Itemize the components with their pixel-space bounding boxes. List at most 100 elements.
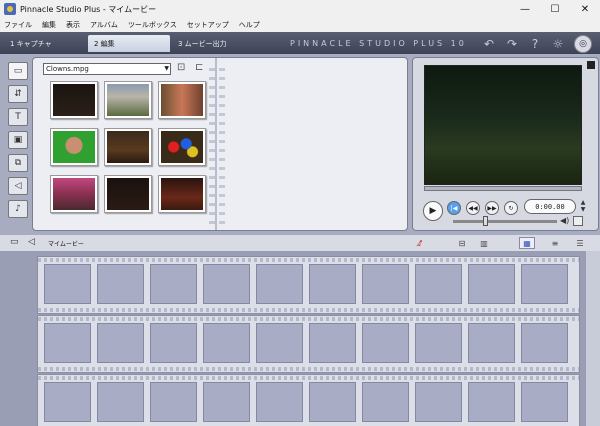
fullscreen-icon[interactable] xyxy=(587,61,595,69)
storyboard-slot[interactable] xyxy=(468,382,515,422)
storyboard-slot[interactable] xyxy=(309,382,356,422)
storyboard-slot[interactable] xyxy=(203,323,250,363)
menu-help[interactable]: ヘルプ xyxy=(239,20,260,30)
storyboard-slot[interactable] xyxy=(415,323,462,363)
storyboard-slot[interactable] xyxy=(97,323,144,363)
scene-thumbnail[interactable] xyxy=(158,81,206,119)
scene-thumbnail[interactable] xyxy=(104,128,152,166)
storyboard-slot[interactable] xyxy=(521,323,568,363)
scene-thumbnail[interactable] xyxy=(50,175,98,213)
close-button[interactable]: ✕ xyxy=(570,0,600,18)
transitions-icon[interactable]: ⇵ xyxy=(8,85,28,103)
jog-slider[interactable] xyxy=(483,216,488,226)
sound-effects-icon[interactable]: ◁ xyxy=(8,177,28,195)
play-button[interactable]: ▶ xyxy=(423,201,443,221)
menu-album[interactable]: アルバム xyxy=(90,20,118,30)
storyboard-slot[interactable] xyxy=(44,323,91,363)
lightbulb-icon[interactable]: ☼ xyxy=(551,37,565,51)
storyboard-slot[interactable] xyxy=(150,323,197,363)
storyboard-slot[interactable] xyxy=(468,264,515,304)
storyboard-slot[interactable] xyxy=(521,264,568,304)
scene-thumbnail[interactable] xyxy=(104,81,152,119)
storyboard-scrollbar[interactable] xyxy=(586,251,600,426)
storyboard xyxy=(0,251,600,426)
camera-icon: ▭ xyxy=(10,237,19,247)
brand-logo: PINNACLE STUDIO PLUS 10 xyxy=(290,39,467,48)
rewind-button[interactable]: ◀◀ xyxy=(466,201,480,215)
volume-knob[interactable] xyxy=(573,216,583,226)
split-clip-icon[interactable]: ⊟ xyxy=(454,237,470,249)
menu-file[interactable]: ファイル xyxy=(4,20,32,30)
trash-icon[interactable]: ▥ xyxy=(476,237,492,249)
scene-thumbnail[interactable] xyxy=(50,81,98,119)
timecode-field[interactable]: 0:00.00 xyxy=(524,199,576,214)
scrubber-bar[interactable] xyxy=(424,186,582,191)
audio-icon: ◁ xyxy=(28,237,35,247)
jog-track xyxy=(453,220,557,223)
mute-icon[interactable]: ♪̸ xyxy=(412,237,428,249)
loop-button[interactable]: ↻ xyxy=(504,201,518,215)
storyboard-slot[interactable] xyxy=(415,382,462,422)
timeline-view-button[interactable]: ≡ xyxy=(547,237,563,249)
album-tabs: ▭ ⇵ T ▣ ⧉ ◁ ♪ xyxy=(8,62,30,223)
storyboard-slot[interactable] xyxy=(468,323,515,363)
disc-menus-icon[interactable]: ⧉ xyxy=(8,154,28,172)
menu-bar: ファイル 編集 表示 アルバム ツールボックス セットアップ ヘルプ xyxy=(0,18,600,32)
titles-icon[interactable]: T xyxy=(8,108,28,126)
storyboard-slot[interactable] xyxy=(362,264,409,304)
storyboard-slot[interactable] xyxy=(97,264,144,304)
folder-up-icon[interactable]: ⊡ xyxy=(177,63,191,74)
step-bar: 1 キャプチャ 2 編集 3 ムービー出力 PINNACLE STUDIO PL… xyxy=(0,32,600,54)
still-images-icon[interactable]: ▣ xyxy=(8,131,28,149)
scene-thumbnail[interactable] xyxy=(158,175,206,213)
storyboard-slot[interactable] xyxy=(309,264,356,304)
storyboard-slot[interactable] xyxy=(256,323,303,363)
storyboard-slot[interactable] xyxy=(44,264,91,304)
tab-make-movie[interactable]: 3 ムービー出力 xyxy=(172,35,254,52)
storyboard-slot[interactable] xyxy=(150,264,197,304)
storyboard-slot[interactable] xyxy=(362,323,409,363)
video-scenes-icon[interactable]: ▭ xyxy=(8,62,28,80)
storyboard-view-button[interactable]: ▦ xyxy=(519,237,535,249)
storyboard-slot[interactable] xyxy=(97,382,144,422)
storyboard-slot[interactable] xyxy=(415,264,462,304)
album-binding-right xyxy=(219,68,225,228)
help-icon[interactable]: ? xyxy=(528,37,542,51)
storyboard-slot[interactable] xyxy=(256,264,303,304)
folder-open-icon[interactable]: ⊏ xyxy=(195,63,209,74)
storyboard-slot[interactable] xyxy=(203,382,250,422)
tab-edit[interactable]: 2 編集 xyxy=(88,35,170,52)
storyboard-slot[interactable] xyxy=(44,382,91,422)
storyboard-slot[interactable] xyxy=(150,382,197,422)
redo-icon[interactable]: ↷ xyxy=(505,37,519,51)
maximize-button[interactable]: ☐ xyxy=(540,0,570,18)
project-name: マイムービー xyxy=(48,241,84,248)
undo-icon[interactable]: ↶ xyxy=(482,37,496,51)
file-select[interactable]: Clowns.mpg ▼ xyxy=(43,63,171,75)
minimize-button[interactable]: — xyxy=(510,0,540,18)
film-strip xyxy=(37,256,580,314)
storyboard-slot[interactable] xyxy=(309,323,356,363)
menu-toolbox[interactable]: ツールボックス xyxy=(128,20,177,30)
storyboard-slot[interactable] xyxy=(256,382,303,422)
go-to-start-button[interactable]: |◀ xyxy=(447,201,461,215)
music-icon[interactable]: ♪ xyxy=(8,200,28,218)
file-select-value: Clowns.mpg xyxy=(46,65,89,73)
scene-thumbnail[interactable] xyxy=(50,128,98,166)
film-strip xyxy=(37,374,580,426)
storyboard-slot[interactable] xyxy=(362,382,409,422)
scene-thumbnail[interactable] xyxy=(158,128,206,166)
menu-view[interactable]: 表示 xyxy=(66,20,80,30)
timecode-spinner[interactable]: ▲ ▼ xyxy=(578,199,588,214)
storyboard-slot[interactable] xyxy=(521,382,568,422)
tab-capture[interactable]: 1 キャプチャ xyxy=(4,35,84,52)
album-spine xyxy=(215,58,217,230)
storyboard-slot[interactable] xyxy=(203,264,250,304)
menu-setup[interactable]: セットアップ xyxy=(187,20,229,30)
fast-forward-button[interactable]: ▶▶ xyxy=(485,201,499,215)
menu-edit[interactable]: 編集 xyxy=(42,20,56,30)
text-view-button[interactable]: ☰ xyxy=(572,237,588,249)
disc-icon[interactable]: ◎ xyxy=(574,35,592,53)
film-strip xyxy=(37,315,580,373)
scene-thumbnail[interactable] xyxy=(104,175,152,213)
